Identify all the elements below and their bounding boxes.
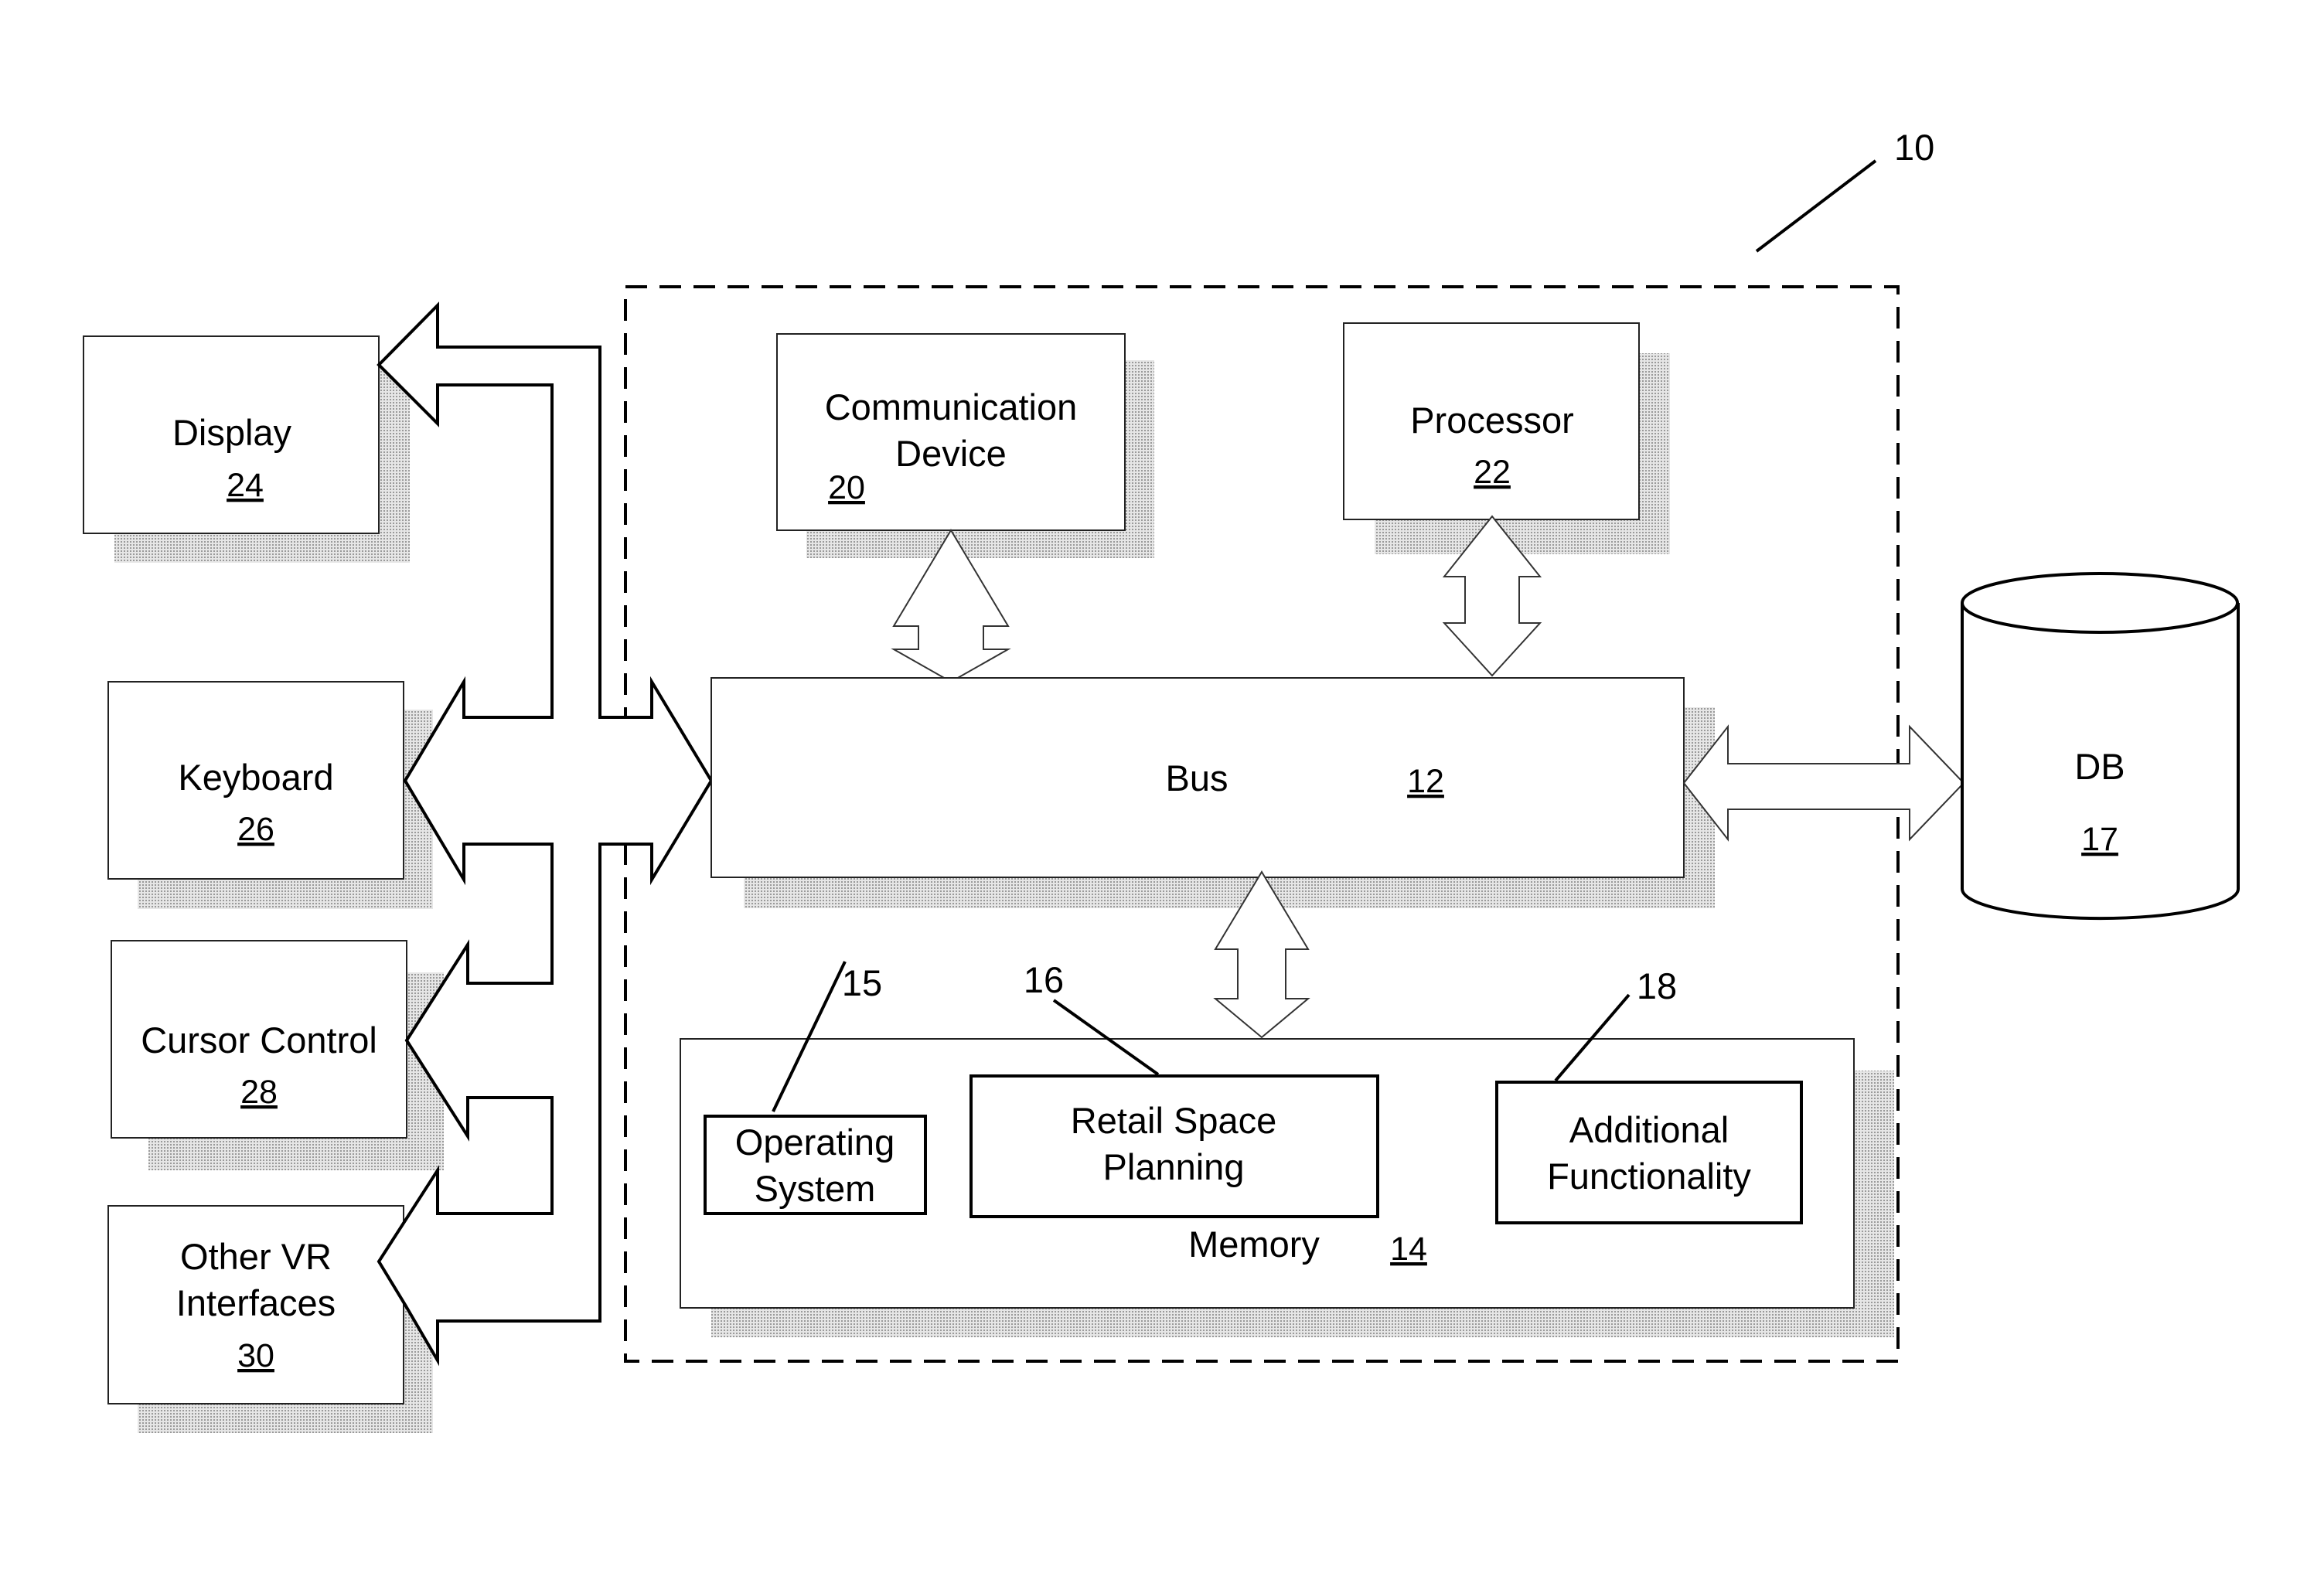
- system-reference-10: 10: [1755, 127, 1934, 253]
- system-leader-line: [1755, 159, 1877, 253]
- bus-database-arrow: [1682, 724, 1965, 842]
- other-vr-interfaces-block: Other VR Interfaces 30: [107, 1205, 433, 1433]
- other-vr-number: 30: [237, 1337, 274, 1374]
- display-block: Display 24: [83, 335, 410, 563]
- retail-space-planning-label-line2: Planning: [1103, 1146, 1245, 1187]
- keyboard-block: Keyboard 26: [107, 681, 433, 909]
- memory-label: Memory: [1188, 1224, 1320, 1265]
- processor-label: Processor: [1410, 400, 1574, 441]
- display-label: Display: [172, 412, 292, 453]
- operating-system-reference: 15: [842, 962, 882, 1003]
- cursor-control-block: Cursor Control 28: [111, 940, 444, 1170]
- processor-number: 22: [1474, 454, 1511, 491]
- display-number: 24: [227, 467, 264, 504]
- operating-system-label-line2: System: [755, 1168, 876, 1209]
- keyboard-number: 26: [237, 811, 274, 848]
- database-cylinder: DB 17: [1961, 572, 2240, 921]
- additional-functionality-box: [1495, 1081, 1803, 1224]
- additional-functionality-label-line1: Additional: [1569, 1109, 1729, 1150]
- database-top: [1961, 572, 2239, 634]
- communication-device-number: 20: [828, 469, 865, 506]
- additional-functionality-label-line2: Functionality: [1547, 1156, 1751, 1197]
- retail-space-planning-label-line1: Retail Space: [1071, 1100, 1277, 1141]
- communication-device-block: Communication Device 20: [776, 333, 1154, 558]
- other-vr-label-line1: Other VR: [180, 1236, 332, 1277]
- system-block-diagram: 10 Display 24 Keyboard 26 Cursor Control…: [83, 127, 2240, 1433]
- processor-block: Processor 22: [1343, 322, 1670, 554]
- communication-device-label-line1: Communication: [825, 386, 1078, 427]
- database-number: 17: [2081, 821, 2118, 858]
- bus-number: 12: [1407, 763, 1444, 800]
- memory-number: 14: [1390, 1231, 1427, 1268]
- retail-space-planning-reference: 16: [1024, 959, 1064, 1000]
- system-reference-label: 10: [1894, 127, 1934, 168]
- additional-functionality-reference: 18: [1637, 965, 1677, 1006]
- keyboard-label: Keyboard: [178, 757, 333, 798]
- other-vr-label-line2: Interfaces: [176, 1282, 336, 1323]
- bus-label: Bus: [1166, 758, 1228, 798]
- additional-functionality-module: Additional Functionality 18: [1495, 965, 1803, 1224]
- bus-block: Bus 12: [710, 677, 1715, 908]
- cursor-control-number: 28: [240, 1074, 278, 1111]
- retail-space-planning-module: Retail Space Planning 16: [969, 959, 1379, 1218]
- communication-device-label-line2: Device: [895, 433, 1007, 474]
- operating-system-label-line1: Operating: [735, 1122, 895, 1163]
- database-label: DB: [2074, 746, 2125, 787]
- cursor-control-label: Cursor Control: [141, 1020, 377, 1061]
